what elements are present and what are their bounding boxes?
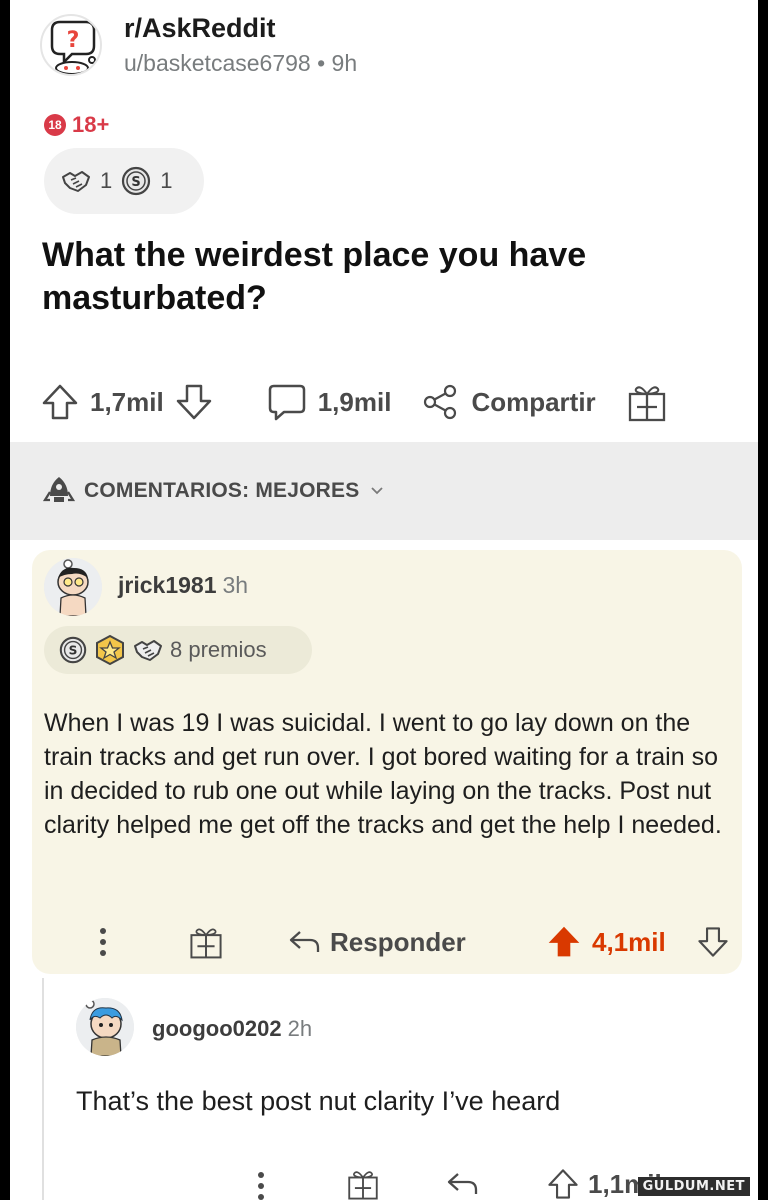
reply-username[interactable]: googoo0202 xyxy=(152,1016,282,1041)
svg-text:S: S xyxy=(132,175,141,190)
meta-separator: • xyxy=(310,50,332,76)
nsfw-tag: 18 18+ xyxy=(44,112,109,138)
sort-label: COMENTARIOS: MEJORES xyxy=(84,479,360,502)
comment-upvote[interactable]: 4,1mil xyxy=(546,920,666,964)
silver-coin-icon: S xyxy=(59,636,87,664)
reply-author-line: googoo0202 2h xyxy=(152,1016,312,1042)
post-meta: r/AskReddit u/basketcase6798 • 9h xyxy=(124,13,357,77)
reply-avatar[interactable] xyxy=(76,998,134,1056)
silver-count: 1 xyxy=(160,168,173,193)
share-icon[interactable] xyxy=(421,383,459,421)
reply-age: 2h xyxy=(287,1016,313,1041)
more-options-icon[interactable] xyxy=(96,920,110,964)
svg-text:S: S xyxy=(69,644,78,658)
reply-arrow-icon[interactable] xyxy=(446,1164,478,1200)
comment-score: 4,1mil xyxy=(592,926,666,957)
upvote-icon[interactable] xyxy=(40,382,80,422)
post-comment-count[interactable]: 1,9mil xyxy=(318,387,392,418)
svg-text:?: ? xyxy=(67,28,80,53)
more-options-icon[interactable] xyxy=(254,1164,268,1200)
upvote-filled-icon xyxy=(548,926,580,957)
askreddit-logo-icon: ? xyxy=(50,20,96,74)
handshake-count: 1 xyxy=(100,168,113,193)
comment-body: When I was 19 I was suicidal. I went to … xyxy=(44,709,722,839)
post-title[interactable]: What the weirdest place you have masturb… xyxy=(42,234,682,320)
post-awards[interactable]: 1 S 1 xyxy=(44,148,204,214)
comment-age: 3h xyxy=(222,572,249,598)
reply-label: Responder xyxy=(330,926,466,957)
handshake-icon xyxy=(62,171,90,192)
comment-action-bar: Responder 4,1mil xyxy=(32,920,742,964)
chevron-down-icon xyxy=(371,487,384,495)
post-age: 9h xyxy=(331,50,358,76)
reply-arrow-icon xyxy=(289,931,320,952)
downvote-icon[interactable] xyxy=(696,920,730,964)
post-author[interactable]: u/basketcase6798 xyxy=(124,50,311,76)
post-action-bar: 1,7mil 1,9mil Compartir xyxy=(40,374,740,430)
upvote-icon xyxy=(548,1169,578,1199)
downvote-icon[interactable] xyxy=(174,382,214,422)
subreddit-avatar[interactable]: ? xyxy=(40,14,102,76)
handshake-icon xyxy=(134,640,162,661)
silver-coin-icon: S xyxy=(122,166,151,196)
nsfw-icon: 18 xyxy=(44,114,66,136)
gift-award-icon[interactable] xyxy=(346,1164,380,1200)
share-button[interactable]: Compartir xyxy=(471,387,595,418)
reply-body: That’s the best post nut clarity I’ve he… xyxy=(76,1086,561,1116)
reddit-app-screen: ? r/AskReddit u/basketcase6798 • 9h 18 1… xyxy=(10,0,758,1200)
gift-award-icon[interactable] xyxy=(188,920,224,964)
post-header: ? r/AskReddit u/basketcase6798 • 9h xyxy=(40,10,357,80)
nsfw-label: 18+ xyxy=(72,112,110,137)
comments-icon[interactable] xyxy=(266,381,308,423)
watermark: GULDUM.NET xyxy=(637,1177,750,1196)
gold-award-icon xyxy=(96,634,124,666)
gift-award-icon[interactable] xyxy=(626,381,668,423)
comment-awards[interactable]: S 8 premios xyxy=(44,626,312,674)
comment-awards-label: 8 premios xyxy=(170,637,267,662)
comment-author-line: jrick1981 3h xyxy=(118,572,248,599)
post-vote-count: 1,7mil xyxy=(90,386,164,417)
post-author-line: u/basketcase6798 • 9h xyxy=(124,50,357,77)
reply-button[interactable]: Responder xyxy=(288,920,466,964)
comment-avatar[interactable] xyxy=(44,558,102,616)
highlighted-comment: jrick1981 3h S 8 premios When I was 19 I … xyxy=(32,550,742,974)
rocket-icon xyxy=(42,477,76,502)
comment-sort-bar[interactable]: COMENTARIOS: MEJORES xyxy=(10,442,758,540)
subreddit-name[interactable]: r/AskReddit xyxy=(124,13,357,44)
comment-username[interactable]: jrick1981 xyxy=(118,572,216,598)
